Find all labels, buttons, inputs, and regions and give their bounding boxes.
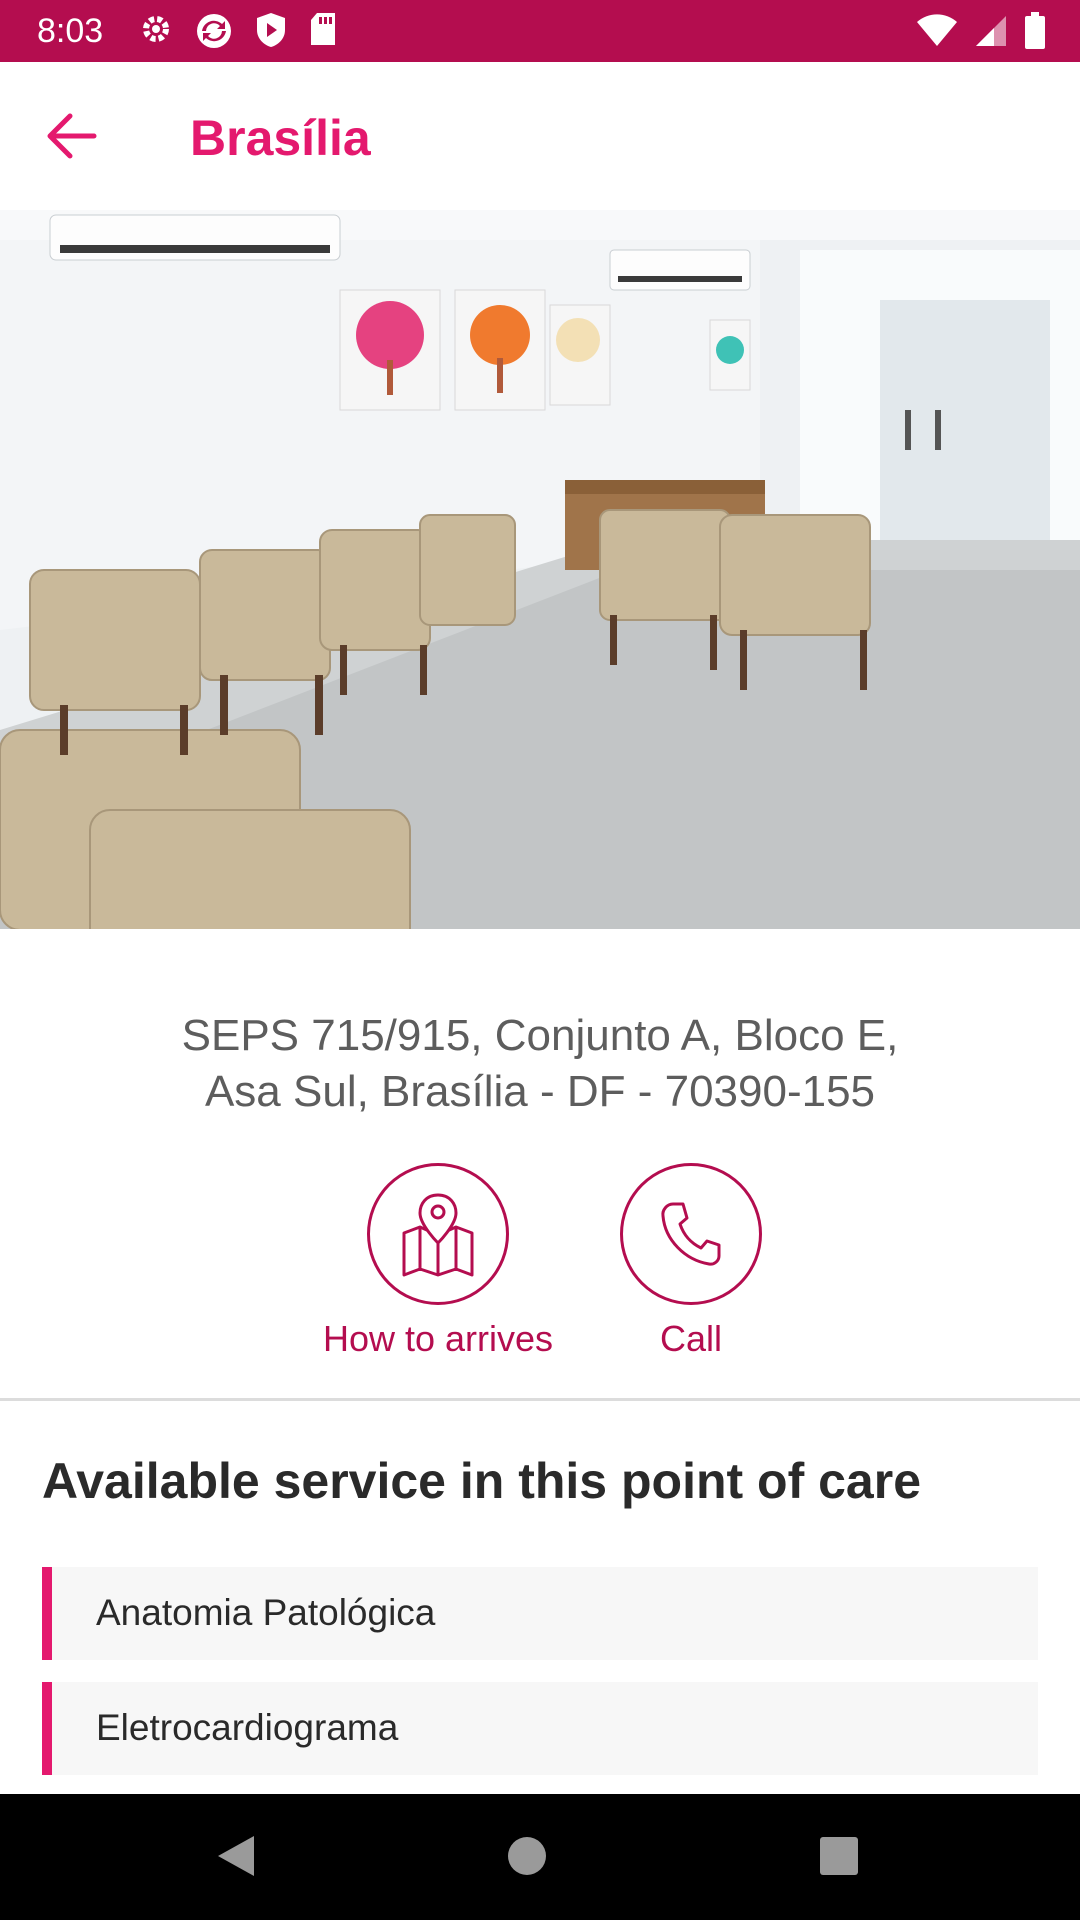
status-icons-right [916, 12, 1046, 50]
divider [0, 1398, 1080, 1401]
status-icons-left [138, 11, 338, 51]
arrow-left-icon [47, 113, 97, 159]
location-photo [0, 210, 1080, 929]
call-button[interactable]: Call [541, 1163, 841, 1361]
address: SEPS 715/915, Conjunto A, Bloco E, Asa S… [80, 1008, 1000, 1120]
nav-home-button[interactable] [503, 1832, 551, 1885]
page-title: Brasília [190, 110, 371, 166]
signal-icon [974, 14, 1008, 48]
call-circle [620, 1163, 762, 1305]
call-label: Call [659, 1318, 722, 1359]
gear-icon [138, 11, 174, 51]
recents-square-icon [820, 1837, 858, 1875]
service-item[interactable]: Eletrocardiograma [42, 1682, 1038, 1775]
system-nav-bar [0, 1794, 1080, 1920]
address-line-2: Asa Sul, Brasília - DF - 70390-155 [204, 1067, 876, 1116]
battery-icon [1024, 12, 1046, 50]
sync-icon [194, 11, 234, 51]
shield-play-icon [254, 11, 288, 51]
home-circle-icon [508, 1837, 546, 1875]
back-button[interactable] [46, 112, 98, 160]
phone-icon [661, 1202, 721, 1266]
service-item[interactable]: Anatomia Patológica [42, 1567, 1038, 1660]
service-item-label: Anatomia Patológica [96, 1592, 436, 1633]
how-to-arrive-circle [367, 1163, 509, 1305]
address-line-1: SEPS 715/915, Conjunto A, Bloco E, [181, 1011, 899, 1060]
service-item-label: Eletrocardiograma [96, 1707, 399, 1748]
status-time: 8:03 [37, 12, 104, 50]
sd-card-icon [308, 11, 338, 51]
services-title: Available service in this point of care [42, 1453, 922, 1509]
wifi-icon [916, 14, 958, 48]
status-bar: 8:03 [0, 0, 1080, 62]
app-bar: Brasília [0, 62, 1080, 210]
nav-recents-button[interactable] [817, 1832, 861, 1885]
map-pin-icon [402, 1193, 474, 1277]
back-triangle-icon [218, 1836, 254, 1876]
nav-back-button[interactable] [214, 1832, 258, 1885]
